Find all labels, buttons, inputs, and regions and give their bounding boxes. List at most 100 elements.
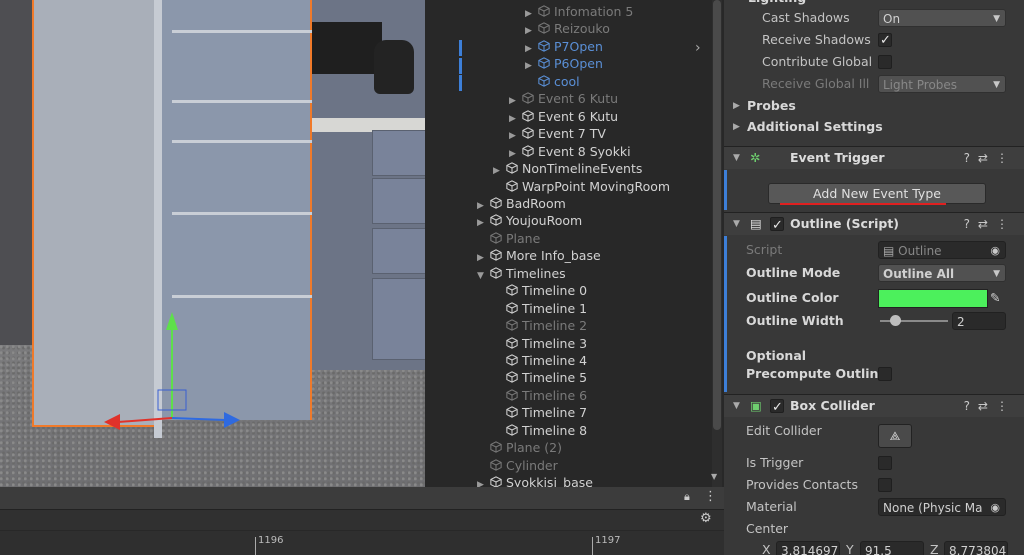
event-trigger-header[interactable]: ▼ ✲ Event Trigger ?⇄⋮ [724,146,1024,169]
hierarchy-item[interactable]: ▶ Event 6 Kutu [509,90,618,107]
script-field[interactable]: ▤ Outline ◉ [878,241,1006,259]
center-z-field[interactable]: 8.773804 [944,541,1008,555]
provides-contacts-label: Provides Contacts [746,477,858,492]
hierarchy-item[interactable]: cool [525,73,580,90]
material-field[interactable]: None (Physic Ma ◉ [878,498,1006,516]
more-options-icon[interactable]: ⋮ [704,489,717,504]
gameobject-cube-icon [490,458,502,471]
is-trigger-checkbox[interactable] [878,456,892,470]
counter-drawer [372,278,425,360]
outline-script-header[interactable]: ▼ ▤ Outline (Script) ?⇄⋮ [724,212,1024,237]
eyedropper-icon[interactable]: ✎ [990,288,1000,308]
object-picker-icon[interactable]: ◉ [990,242,1000,258]
probes-label[interactable]: Probes [747,96,796,116]
gear-icon[interactable]: ⚙ [700,511,712,526]
gameobject-cube-icon [506,406,518,419]
collapse-arrow-icon[interactable]: ▼ [733,147,740,169]
hierarchy-item[interactable]: Plane (2) [477,439,562,456]
hierarchy-item[interactable]: ▶ Infomation 5 [525,3,633,20]
scroll-down-icon[interactable]: ▼ [711,472,717,481]
receive-shadows-checkbox[interactable] [878,31,892,51]
gameobject-cube-icon [506,162,518,174]
object-picker-icon[interactable]: ◉ [990,499,1000,515]
hierarchy-item[interactable]: ▶ YoujouRoom [477,212,582,229]
hierarchy-item-label: Timeline 8 [522,422,588,438]
expand-arrow-icon[interactable]: ▶ [733,96,740,116]
edit-collider-button[interactable]: ⟁ [878,424,912,448]
timeline-ruler[interactable]: 1196 1197 [0,531,724,555]
hierarchy-item[interactable]: ▶ BadRoom [477,195,566,212]
box-collider-header[interactable]: ▼ ▣ Box Collider ?⇄⋮ [724,394,1024,419]
gameobject-cube-icon [538,22,550,35]
outline-color-swatch[interactable] [878,289,988,308]
hierarchy-scroll-thumb[interactable] [713,0,721,430]
gameobject-cube-icon [506,336,518,349]
hierarchy-item[interactable]: Timeline 1 [493,300,587,317]
provides-contacts-checkbox[interactable] [878,478,892,492]
scene-view[interactable] [0,0,425,487]
hierarchy-item[interactable]: Timeline 2 [493,317,587,334]
hierarchy-item[interactable]: ▶ Reizouko [525,20,610,37]
additional-settings-label[interactable]: Additional Settings [747,117,883,137]
component-menu-icons[interactable]: ?⇄⋮ [964,147,1016,169]
timeline-panel[interactable]: 🔒︎ ⋮ ⚙ 1196 1197 [0,487,724,555]
outline-mode-dropdown[interactable]: Outline All ▼ [878,264,1006,282]
box-collider-enabled-checkbox[interactable] [770,397,784,419]
hierarchy-item[interactable]: ▶ Event 7 TV [509,125,606,142]
precompute-outline-checkbox[interactable] [878,367,892,381]
hierarchy-item[interactable]: Timeline 3 [493,335,587,352]
collapse-arrow-icon[interactable]: ▼ [477,268,489,285]
collapse-arrow-icon[interactable]: ▼ [733,213,740,235]
component-menu-icons[interactable]: ?⇄⋮ [964,213,1016,235]
hierarchy-item[interactable]: Timeline 8 [493,422,587,439]
hierarchy-item[interactable]: Plane [477,230,540,247]
contribute-global-checkbox[interactable] [878,55,892,69]
hierarchy-item[interactable]: Timeline 4 [493,352,587,369]
modified-indicator [724,170,727,210]
hierarchy-item[interactable]: Timeline 5 [493,369,587,386]
hierarchy-item[interactable]: Timeline 0 [493,282,587,299]
outline-enabled-checkbox[interactable] [770,215,784,237]
hierarchy-item[interactable]: ▼ Timelines [477,265,566,282]
hierarchy-item-label: Timeline 1 [522,300,588,316]
hierarchy-item[interactable]: ▶ More Info_base [477,247,601,264]
center-x-field[interactable]: 3.814697 [776,541,840,555]
hierarchy-panel[interactable]: ▶ Infomation 5 ▶ Reizouko ▶ P7Open ▶ P6Open cool… [425,0,722,487]
add-event-type-button[interactable]: Add New Event Type [768,183,986,204]
outline-width-field[interactable]: 2 [952,312,1006,330]
hierarchy-item[interactable]: Cylinder [477,457,558,474]
chevron-right-icon[interactable]: › [695,40,701,56]
transform-gizmo[interactable] [90,300,250,440]
hierarchy-item-label: Timeline 2 [522,318,588,334]
outline-width-slider-thumb[interactable] [890,315,901,326]
lock-icon[interactable]: 🔒︎ [684,490,690,504]
hierarchy-item[interactable]: ▶ Event 8 Syokki [509,143,631,160]
hierarchy-item[interactable]: ▶ NonTimelineEvents [493,160,642,177]
fridge-door-edge [172,100,312,103]
hierarchy-item[interactable]: ▶ Syokkisi_base [477,474,593,487]
hierarchy-item[interactable]: ▶ P6Open [525,55,603,72]
expand-arrow-icon[interactable]: ▶ [477,477,489,487]
y-axis-arrow [166,312,178,330]
collapse-arrow-icon[interactable]: ▼ [733,395,740,417]
hierarchy-item[interactable]: ▶ P7Open [525,38,603,55]
gameobject-cube-icon [490,441,502,453]
lighting-title[interactable]: Lighting [748,0,806,8]
hierarchy-item[interactable]: Timeline 7 [493,404,587,421]
hierarchy-item-label: Event 7 TV [538,126,606,142]
cast-shadows-dropdown[interactable]: On ▼ [878,9,1006,27]
gameobject-cube-icon [490,249,502,262]
inspector-panel[interactable]: Lighting Cast Shadows On ▼ Receive Shado… [724,0,1024,555]
hierarchy-item-label: Infomation 5 [554,4,634,19]
receive-gi-dropdown[interactable]: Light Probes ▼ [878,75,1006,93]
gameobject-cube-icon [506,371,518,384]
counter-drawer [372,130,425,176]
hierarchy-item[interactable]: Timeline 6 [493,387,587,404]
ruler-tick-label: 1197 [595,535,621,546]
hierarchy-item[interactable]: WarpPoint MovingRoom [493,178,670,195]
expand-arrow-icon[interactable]: ▶ [733,117,740,137]
component-menu-icons[interactable]: ?⇄⋮ [964,395,1016,417]
script-value: Outline [898,244,942,258]
center-y-field[interactable]: 91.5 [860,541,924,555]
hierarchy-item[interactable]: ▶ Event 6 Kutu [509,108,618,125]
